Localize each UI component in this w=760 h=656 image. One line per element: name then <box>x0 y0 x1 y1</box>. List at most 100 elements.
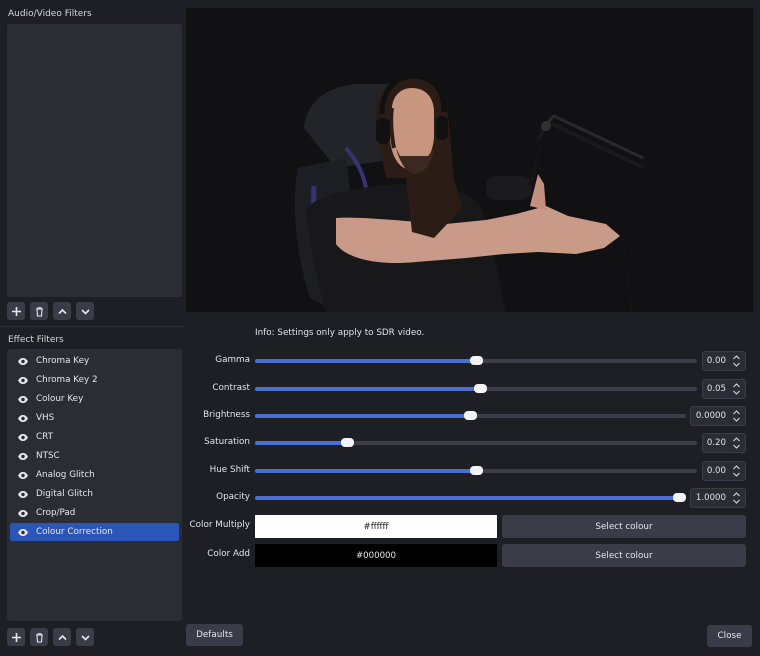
slider-label: Saturation <box>204 437 250 447</box>
visibility-toggle[interactable] <box>10 452 36 461</box>
slider-fill <box>255 387 480 391</box>
color-swatch: #ffffff <box>255 515 497 538</box>
effect-toolbar <box>7 628 94 646</box>
value-spinbox[interactable]: 0.20 <box>702 433 746 453</box>
eye-icon <box>18 471 28 479</box>
slider-track[interactable] <box>255 411 686 420</box>
slider-label: Hue Shift <box>209 465 250 475</box>
visibility-toggle[interactable] <box>10 509 36 518</box>
effect-filter-item[interactable]: CRT <box>10 428 179 446</box>
slider-track[interactable] <box>255 356 697 365</box>
spin-arrows-icon <box>733 437 740 449</box>
eye-icon <box>18 528 28 536</box>
spin-arrows-icon[interactable] <box>730 489 743 507</box>
slider-handle[interactable] <box>673 493 686 502</box>
effect-filter-label: Chroma Key <box>36 356 90 366</box>
value-spinbox[interactable]: 0.0000 <box>690 406 746 426</box>
visibility-toggle[interactable] <box>10 471 36 480</box>
audio-video-filters-list[interactable] <box>7 24 182 297</box>
spin-arrows-icon[interactable] <box>730 434 743 452</box>
spin-arrows-icon <box>733 355 740 367</box>
remove-effect-button[interactable] <box>30 628 48 646</box>
spinbox-value: 1.0000 <box>695 493 726 503</box>
select-colour-button[interactable]: Select colour <box>502 544 746 567</box>
effect-filter-item[interactable]: Analog Glitch <box>10 466 179 484</box>
eye-icon <box>18 452 28 460</box>
slider-fill <box>255 496 679 500</box>
slider-fill <box>255 414 470 418</box>
effect-filter-item[interactable]: VHS <box>10 409 179 427</box>
defaults-button[interactable]: Defaults <box>186 624 243 646</box>
spin-arrows-icon[interactable] <box>730 380 743 398</box>
slider-handle[interactable] <box>473 384 487 393</box>
preview-image <box>294 73 645 312</box>
spinbox-value: 0.0000 <box>695 411 726 421</box>
audio-video-filters-title: Audio/Video Filters <box>8 9 92 19</box>
spinbox-value: 0.05 <box>706 384 726 394</box>
chevron-down-icon <box>80 308 90 315</box>
spin-arrows-icon <box>733 465 740 477</box>
info-text: Info: Settings only apply to SDR video. <box>255 328 425 338</box>
effect-filter-item[interactable]: Crop/Pad <box>10 504 179 522</box>
plus-icon <box>11 632 21 642</box>
select-colour-button[interactable]: Select colour <box>502 515 746 538</box>
slider-label: Opacity <box>216 492 250 502</box>
effect-filter-label: NTSC <box>36 451 60 461</box>
chevron-down-icon <box>80 634 90 641</box>
visibility-toggle[interactable] <box>10 395 36 404</box>
effect-filter-label: Analog Glitch <box>36 470 95 480</box>
slider-label: Contrast <box>212 383 250 393</box>
spin-arrows-icon[interactable] <box>730 407 743 425</box>
add-effect-button[interactable] <box>7 628 25 646</box>
slider-fill <box>255 469 476 473</box>
value-spinbox[interactable]: 0.00 <box>702 351 746 371</box>
slider-track[interactable] <box>255 384 697 393</box>
effect-filter-label: Chroma Key 2 <box>36 375 98 385</box>
color-swatch: #000000 <box>255 544 497 567</box>
visibility-toggle[interactable] <box>10 414 36 423</box>
move-effect-down-button[interactable] <box>76 628 94 646</box>
visibility-toggle[interactable] <box>10 528 36 537</box>
eye-icon <box>18 490 28 498</box>
slider-track[interactable] <box>255 493 686 502</box>
spin-arrows-icon <box>733 492 740 504</box>
close-button[interactable]: Close <box>707 625 752 647</box>
audio-video-toolbar <box>7 302 94 320</box>
effect-filter-item[interactable]: Digital Glitch <box>10 485 179 503</box>
effect-filter-label: VHS <box>36 413 55 423</box>
value-spinbox[interactable]: 0.05 <box>702 379 746 399</box>
slider-handle[interactable] <box>469 466 483 475</box>
visibility-toggle[interactable] <box>10 357 36 366</box>
slider-handle[interactable] <box>469 356 483 365</box>
remove-filter-button[interactable] <box>30 302 48 320</box>
value-spinbox[interactable]: 0.00 <box>702 461 746 481</box>
effect-filter-item[interactable]: Colour Key <box>10 390 179 408</box>
slider-handle[interactable] <box>464 411 477 420</box>
move-up-button[interactable] <box>53 302 71 320</box>
slider-fill <box>255 441 347 445</box>
visibility-toggle[interactable] <box>10 490 36 499</box>
visibility-toggle[interactable] <box>10 376 36 385</box>
slider-track[interactable] <box>255 438 697 447</box>
spin-arrows-icon[interactable] <box>730 462 743 480</box>
eye-icon <box>18 357 28 365</box>
effect-filter-item[interactable]: Chroma Key 2 <box>10 371 179 389</box>
visibility-toggle[interactable] <box>10 433 36 442</box>
effect-filter-item[interactable]: Chroma Key <box>10 352 179 370</box>
chevron-up-icon <box>57 308 67 314</box>
value-spinbox[interactable]: 1.0000 <box>690 488 746 508</box>
slider-handle[interactable] <box>340 438 354 447</box>
add-filter-button[interactable] <box>7 302 25 320</box>
move-effect-up-button[interactable] <box>53 628 71 646</box>
move-down-button[interactable] <box>76 302 94 320</box>
slider-track[interactable] <box>255 466 697 475</box>
effect-filter-label: Colour Key <box>36 394 84 404</box>
effect-filter-item[interactable]: Colour Correction <box>10 523 179 541</box>
eye-icon <box>18 395 28 403</box>
effect-filter-item[interactable]: NTSC <box>10 447 179 465</box>
filter-preview <box>186 8 753 312</box>
spin-arrows-icon[interactable] <box>730 352 743 370</box>
trash-icon <box>35 632 43 643</box>
slider-label: Gamma <box>215 355 250 365</box>
effect-filter-label: CRT <box>36 432 53 442</box>
